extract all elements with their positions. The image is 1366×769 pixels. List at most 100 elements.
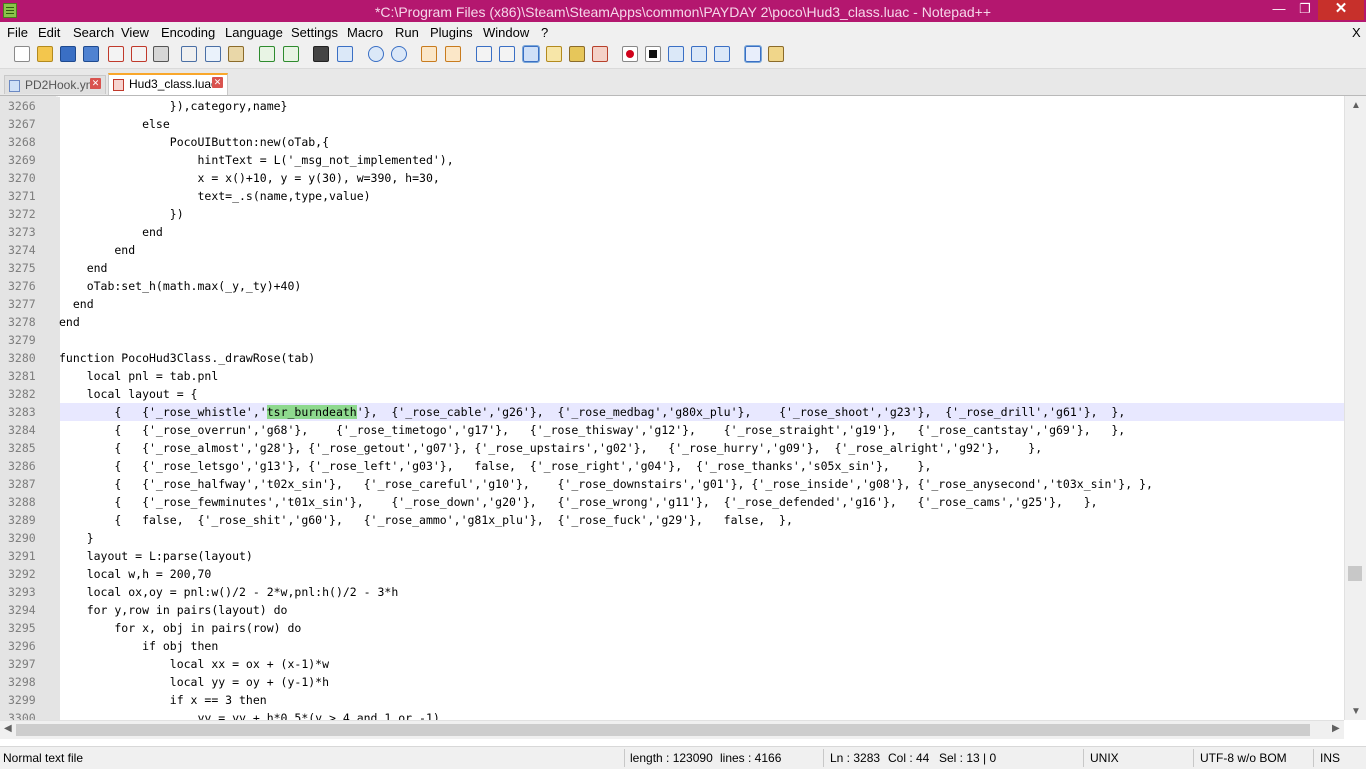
code-line[interactable]: 3292 local w,h = 200,70 <box>0 565 1344 583</box>
line-number: 3275 <box>0 259 60 277</box>
code-editor[interactable]: 3266 }),category,name} 3267 else 3268 Po… <box>0 96 1344 720</box>
vertical-scrollbar[interactable]: ▲ ▼ <box>1344 96 1366 720</box>
run-macro-multiple-icon[interactable] <box>691 46 707 62</box>
code-line[interactable]: 3276 oTab:set_h(math.max(_y,_ty)+40) <box>0 277 1344 295</box>
code-line[interactable]: 3287 { {'_rose_halfway','t02x_sin'}, {'_… <box>0 475 1344 493</box>
code-line[interactable]: 3298 local yy = oy + (y-1)*h <box>0 673 1344 691</box>
line-number: 3282 <box>0 385 60 403</box>
tab-close-icon[interactable]: ✕ <box>212 77 223 88</box>
code-line[interactable]: 3299 if x == 3 then <box>0 691 1344 709</box>
minimize-button[interactable]: — <box>1266 0 1292 20</box>
code-line[interactable]: 3284 { {'_rose_overrun','g68'}, {'_rose_… <box>0 421 1344 439</box>
vertical-scroll-thumb[interactable] <box>1348 566 1362 581</box>
play-macro-icon[interactable] <box>668 46 684 62</box>
code-line[interactable]: 3289 { false, {'_rose_shit','g60'}, {'_r… <box>0 511 1344 529</box>
code-line[interactable]: 3288 { {'_rose_fewminutes','t01x_sin'}, … <box>0 493 1344 511</box>
scroll-left-icon[interactable]: ◀ <box>4 723 12 734</box>
save-all-icon[interactable] <box>83 46 99 62</box>
code-line[interactable]: 3279 <box>0 331 1344 349</box>
code-line[interactable]: 3277 end <box>0 295 1344 313</box>
code-line[interactable]: 3286 { {'_rose_letsgo','g13'}, {'_rose_l… <box>0 457 1344 475</box>
tab-close-icon[interactable]: ✕ <box>90 78 101 89</box>
redo-icon[interactable] <box>283 46 299 62</box>
code-line[interactable]: 3293 local ox,oy = pnl:w()/2 - 2*w,pnl:h… <box>0 583 1344 601</box>
menu-view[interactable]: View <box>121 25 149 40</box>
code-line[interactable]: 3285 { {'_rose_almost','g28'}, {'_rose_g… <box>0 439 1344 457</box>
zoom-out-icon[interactable] <box>391 46 407 62</box>
close-all-icon[interactable] <box>131 46 147 62</box>
scroll-down-icon[interactable]: ▼ <box>1351 706 1361 717</box>
sync-vertical-icon[interactable] <box>421 46 437 62</box>
menu-encoding[interactable]: Encoding <box>161 25 215 40</box>
word-wrap-icon[interactable] <box>476 46 492 62</box>
record-macro-icon[interactable] <box>622 46 638 62</box>
paste-icon[interactable] <box>228 46 244 62</box>
code-line[interactable]: 3282 local layout = { <box>0 385 1344 403</box>
spell-check-icon[interactable] <box>744 45 762 63</box>
user-lang-icon[interactable] <box>546 46 562 62</box>
line-text: end <box>59 225 163 239</box>
menu-search[interactable]: Search <box>73 25 114 40</box>
scroll-right-icon[interactable]: ▶ <box>1332 723 1340 734</box>
code-line[interactable]: 3266 }),category,name} <box>0 97 1344 115</box>
print-icon[interactable] <box>153 46 169 62</box>
code-line[interactable]: 3273 end <box>0 223 1344 241</box>
scroll-up-icon[interactable]: ▲ <box>1351 100 1361 111</box>
menu-run[interactable]: Run <box>395 25 419 40</box>
close-document-button[interactable]: X <box>1352 25 1361 40</box>
code-line[interactable]: 3275 end <box>0 259 1344 277</box>
code-line[interactable]: 3278 end <box>0 313 1344 331</box>
stop-macro-icon[interactable] <box>645 46 661 62</box>
save-icon[interactable] <box>60 46 76 62</box>
menu-macro[interactable]: Macro <box>347 25 383 40</box>
plugin-icon[interactable] <box>768 46 784 62</box>
code-line[interactable]: 3294 for y,row in pairs(layout) do <box>0 601 1344 619</box>
new-file-icon[interactable] <box>14 46 30 62</box>
menu-edit[interactable]: Edit <box>38 25 60 40</box>
menu-help[interactable]: ? <box>541 25 548 40</box>
horizontal-scrollbar[interactable]: ◀ ▶ <box>0 720 1344 739</box>
undo-icon[interactable] <box>259 46 275 62</box>
doc-map-icon[interactable] <box>569 46 585 62</box>
menu-file[interactable]: File <box>7 25 28 40</box>
show-all-chars-icon[interactable] <box>499 46 515 62</box>
sync-horizontal-icon[interactable] <box>445 46 461 62</box>
menu-language[interactable]: Language <box>225 25 283 40</box>
menu-settings[interactable]: Settings <box>291 25 338 40</box>
cut-icon[interactable] <box>181 46 197 62</box>
code-line[interactable]: 3270 x = x()+10, y = y(30), w=390, h=30, <box>0 169 1344 187</box>
code-line[interactable]: 3297 local xx = ox + (x-1)*w <box>0 655 1344 673</box>
code-line[interactable]: 3296 if obj then <box>0 637 1344 655</box>
close-window-button[interactable]: ✕ <box>1318 0 1364 20</box>
save-macro-icon[interactable] <box>714 46 730 62</box>
line-text: { {'_rose_halfway','t02x_sin'}, {'_rose_… <box>59 477 1153 491</box>
code-line[interactable]: 3269 hintText = L('_msg_not_implemented'… <box>0 151 1344 169</box>
horizontal-scroll-thumb[interactable] <box>16 724 1310 736</box>
indent-guide-icon[interactable] <box>522 45 540 63</box>
code-line[interactable]: 3272 }) <box>0 205 1344 223</box>
close-icon[interactable] <box>108 46 124 62</box>
find-icon[interactable] <box>313 46 329 62</box>
menu-plugins[interactable]: Plugins <box>430 25 473 40</box>
tab-hud3-class[interactable]: Hud3_class.luac ✕ <box>108 73 228 95</box>
replace-icon[interactable] <box>337 46 353 62</box>
code-line[interactable]: 3274 end <box>0 241 1344 259</box>
code-line[interactable]: 3295 for x, obj in pairs(row) do <box>0 619 1344 637</box>
code-line[interactable]: 3281 local pnl = tab.pnl <box>0 367 1344 385</box>
code-line[interactable]: 3291 layout = L:parse(layout) <box>0 547 1344 565</box>
menu-window[interactable]: Window <box>483 25 529 40</box>
code-line[interactable]: 3290 } <box>0 529 1344 547</box>
zoom-in-icon[interactable] <box>368 46 384 62</box>
current-code-line[interactable]: 3283 { {'_rose_whistle','tsr_burndeath'}… <box>0 403 1344 421</box>
function-list-icon[interactable] <box>592 46 608 62</box>
copy-icon[interactable] <box>205 46 221 62</box>
code-line[interactable]: 3267 else <box>0 115 1344 133</box>
code-line[interactable]: 3280 function PocoHud3Class._drawRose(tab… <box>0 349 1344 367</box>
maximize-button[interactable]: ❐ <box>1292 0 1318 20</box>
tab-pd2hook[interactable]: PD2Hook.yml ✕ <box>4 75 106 94</box>
line-number: 3284 <box>0 421 60 439</box>
code-line[interactable]: 3271 text=_.s(name,type,value) <box>0 187 1344 205</box>
code-line[interactable]: 3300 yy = yy + h*0.5*(y > 4 and 1 or -1) <box>0 709 1344 720</box>
code-line[interactable]: 3268 PocoUIButton:new(oTab,{ <box>0 133 1344 151</box>
open-file-icon[interactable] <box>37 46 53 62</box>
